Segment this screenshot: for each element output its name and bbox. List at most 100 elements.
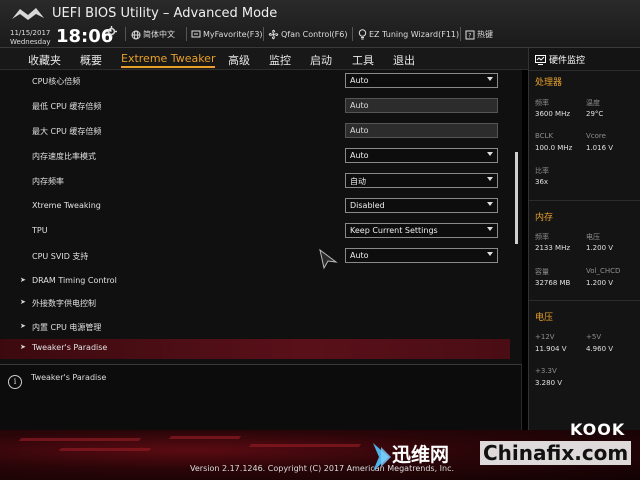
globe-icon [131, 30, 141, 39]
bclk-value: 100.0 MHz [535, 144, 573, 152]
memory-section-title: 内存 [535, 213, 554, 223]
hotkey-icon: ? [465, 30, 475, 39]
cpu-section-title: 处理器 [535, 78, 563, 88]
max-cache-ratio-field[interactable]: Auto [345, 123, 498, 138]
select-value: Auto [350, 151, 369, 160]
watermark-en: Chinafix.com [480, 441, 632, 465]
myfavorite-button[interactable]: MyFavorite(F3) [191, 29, 263, 39]
language-label: 简体中文 [143, 30, 175, 39]
date-display: 11/15/2017 Wednesday [10, 29, 51, 47]
cpu-freq-label: 频率 [535, 99, 549, 107]
qfan-control-button[interactable]: Qfan Control(F6) [268, 29, 347, 40]
cpu-svid-select[interactable]: Auto [345, 248, 498, 263]
v12-value: 11.904 V [535, 345, 567, 353]
mem-capacity-label: 容量 [535, 268, 549, 276]
scrollbar[interactable] [515, 152, 518, 244]
decorative-streak [58, 448, 152, 451]
voltage-section-title: 电压 [535, 313, 554, 323]
language-button[interactable]: 简体中文 [131, 29, 175, 40]
tab-main[interactable]: 概要 [80, 52, 102, 68]
mem-volt-value: 1.200 V [586, 244, 614, 252]
setting-row-cpu-svid: CPU SVID 支持 Auto [0, 245, 510, 270]
tab-advanced[interactable]: 高级 [228, 52, 250, 68]
v5-value: 4.960 V [586, 345, 614, 353]
hotkeys-button[interactable]: ? 热键 [465, 29, 493, 40]
submenu-internal-cpu-power[interactable]: ➤ 内置 CPU 电源管理 [0, 316, 510, 341]
setting-row-xtreme-tweaking: Xtreme Tweaking Disabled [0, 195, 510, 220]
bclk-label: BCLK [535, 132, 554, 140]
divider [529, 300, 640, 301]
v33-value: 3.280 V [535, 379, 563, 387]
mem-freq-label: 频率 [535, 233, 549, 241]
submenu-tweakers-paradise[interactable]: ➤ Tweaker's Paradise [0, 339, 510, 359]
help-panel: i Tweaker's Paradise [0, 364, 522, 430]
info-icon: i [8, 375, 22, 389]
memory-ratio-mode-select[interactable]: Auto [345, 148, 498, 163]
setting-label: 内存频率 [32, 177, 64, 186]
ez-tuning-wizard-label: EZ Tuning Wizard(F11) [369, 30, 460, 39]
ratio-label: 比率 [535, 167, 549, 175]
chevron-down-icon [487, 202, 493, 206]
myfavorite-label: MyFavorite(F3) [203, 29, 263, 39]
select-value: Disabled [350, 201, 385, 210]
select-value: Auto [350, 76, 369, 85]
submenu-label: 外接数字供电控制 [32, 299, 96, 308]
weekday-text: Wednesday [10, 38, 51, 46]
setting-row-tpu: TPU Keep Current Settings [0, 220, 510, 245]
setting-row-cpu-core-ratio: CPU核心倍频 Auto [0, 70, 510, 95]
chevron-right-icon: ➤ [20, 276, 26, 284]
chevron-right-icon: ➤ [20, 298, 26, 306]
favorite-icon [191, 30, 201, 38]
cpu-core-ratio-select[interactable]: Auto [345, 73, 498, 88]
toolbar-separator [186, 27, 187, 41]
chevron-down-icon [487, 152, 493, 156]
date-text: 11/15/2017 [10, 29, 51, 37]
watermark-cn: 迅维网 [392, 444, 450, 466]
setting-label: Xtreme Tweaking [32, 201, 101, 210]
vcore-value: 1.016 V [586, 144, 614, 152]
setting-label: 最大 CPU 缓存倍频 [32, 127, 102, 136]
tab-extreme-tweaker[interactable]: Extreme Tweaker [121, 52, 216, 68]
tab-tool[interactable]: 工具 [352, 52, 374, 68]
tab-favorites[interactable]: 收藏夹 [28, 52, 61, 68]
v33-label: +3.3V [535, 367, 557, 375]
setting-label: 最低 CPU 缓存倍频 [32, 102, 102, 111]
ez-tuning-wizard-button[interactable]: EZ Tuning Wizard(F11) [358, 29, 459, 40]
chevron-down-icon [487, 177, 493, 181]
mem-freq-value: 2133 MHz [535, 244, 571, 252]
select-value: Keep Current Settings [350, 226, 438, 235]
bulb-icon [358, 29, 367, 40]
select-value: 自动 [350, 177, 366, 186]
mouse-cursor-icon [319, 248, 338, 270]
toolbar-separator [125, 27, 126, 41]
clock: 18:06 [56, 26, 114, 47]
cpu-temp-label: 温度 [586, 99, 600, 107]
xtreme-tweaking-select[interactable]: Disabled [345, 198, 498, 213]
tab-exit[interactable]: 退出 [393, 52, 415, 68]
mem-capacity-value: 32768 MB [535, 279, 571, 287]
tab-boot[interactable]: 启动 [310, 52, 332, 68]
watermark-corner: KOOK [570, 420, 626, 439]
min-cache-ratio-field[interactable]: Auto [345, 98, 498, 113]
fan-icon [268, 29, 279, 40]
chevron-right-icon: ➤ [20, 322, 26, 330]
hotkeys-label: 热键 [477, 30, 493, 39]
submenu-external-digi-power[interactable]: ➤ 外接数字供电控制 [0, 292, 510, 317]
svg-text:?: ? [468, 32, 471, 39]
top-bar: UEFI BIOS Utility – Advanced Mode 11/15/… [0, 0, 640, 48]
chevron-down-icon [487, 252, 493, 256]
chevron-down-icon [487, 77, 493, 81]
decorative-streak [168, 436, 242, 439]
setting-row-memory-frequency: 内存频率 自动 [0, 170, 510, 195]
toolbar-separator [352, 27, 353, 41]
vol-chcd-value: 1.200 V [586, 279, 614, 287]
chevron-down-icon [487, 227, 493, 231]
ratio-value: 36x [535, 178, 549, 186]
setting-label: CPU SVID 支持 [32, 252, 89, 261]
gear-icon[interactable] [106, 26, 117, 37]
tab-monitor[interactable]: 监控 [269, 52, 291, 68]
tpu-select[interactable]: Keep Current Settings [345, 223, 498, 238]
mem-volt-label: 电压 [586, 233, 600, 241]
setting-row-memory-ratio-mode: 内存速度比率模式 Auto [0, 145, 510, 170]
memory-frequency-select[interactable]: 自动 [345, 173, 498, 188]
